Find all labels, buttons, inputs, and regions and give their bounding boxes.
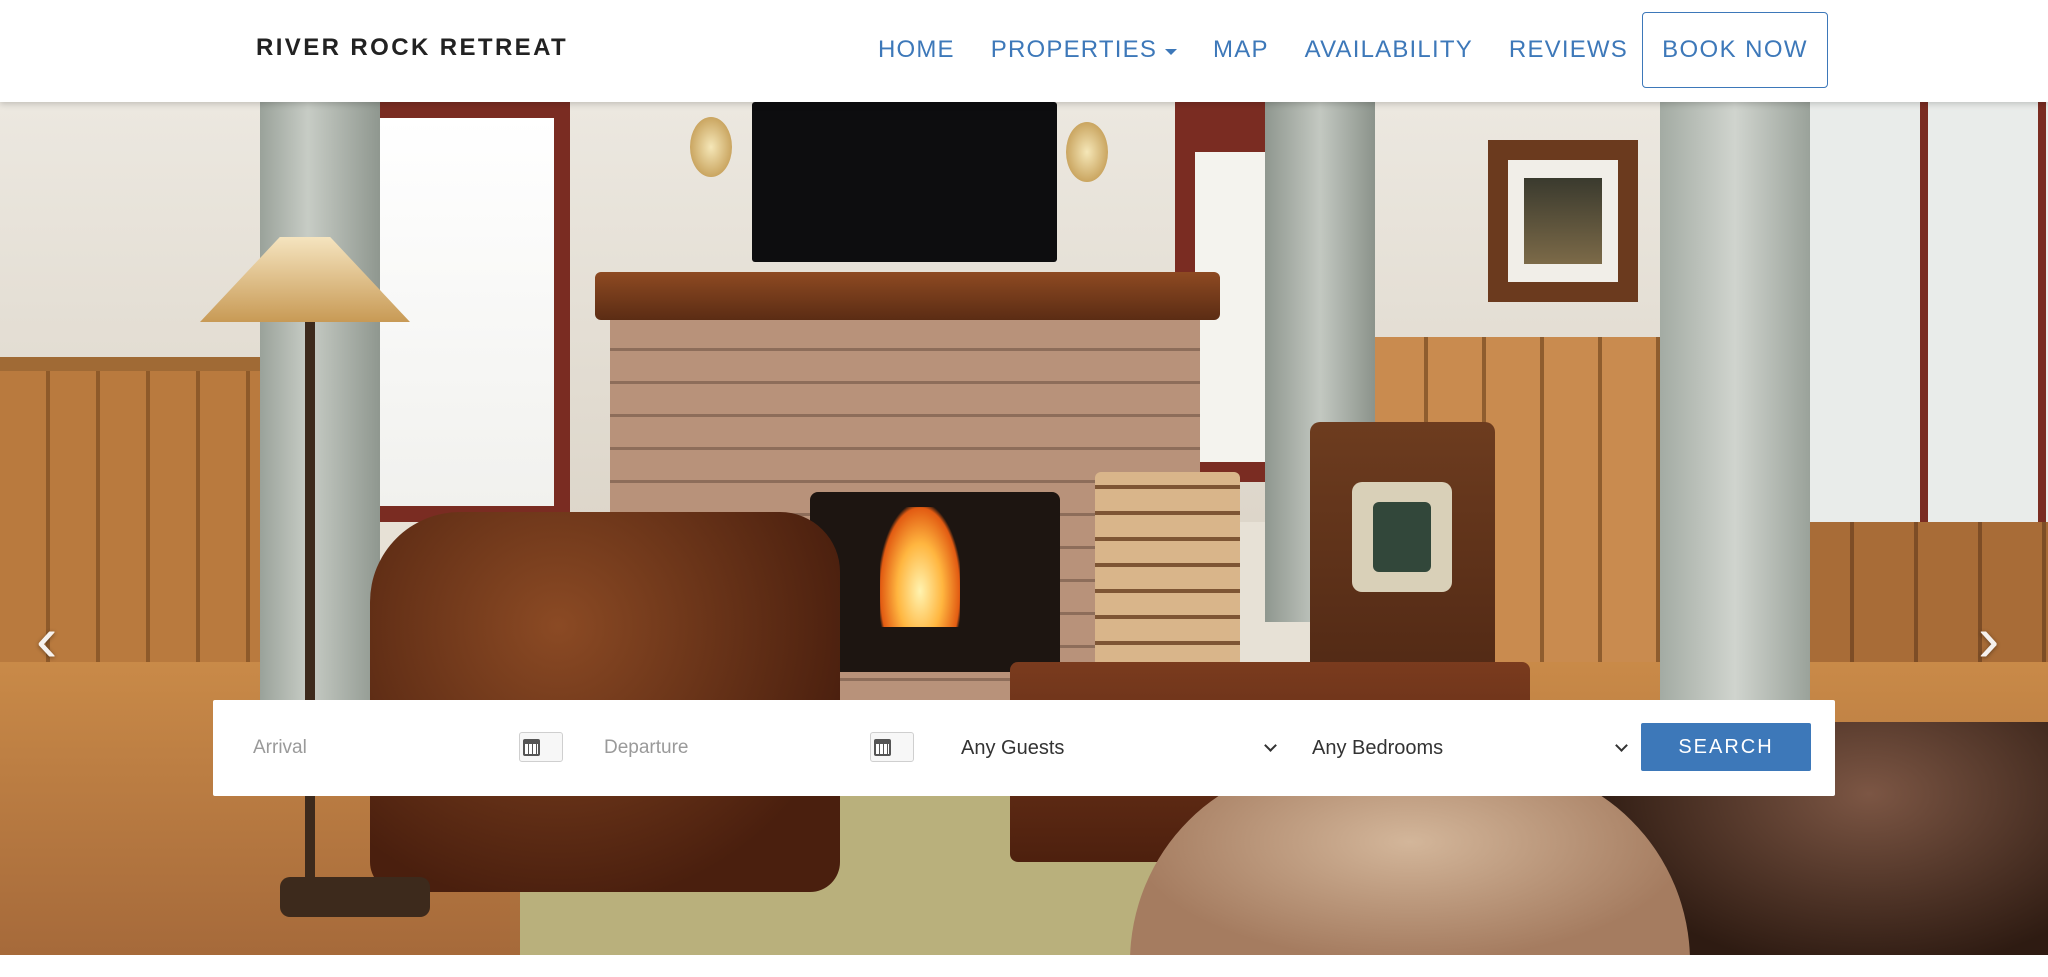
nav-properties[interactable]: PROPERTIES — [990, 36, 1178, 64]
nav-reviews[interactable]: REVIEWS — [1509, 36, 1628, 64]
nav-home[interactable]: HOME — [878, 36, 955, 64]
main-nav: HOME PROPERTIES MAP AVAILABILITY REVIEWS — [878, 0, 1628, 100]
departure-placeholder: Departure — [604, 737, 689, 758]
log-holder — [1095, 472, 1240, 667]
window-pane-right — [1810, 102, 2048, 542]
curtain-left — [260, 102, 380, 722]
arrival-input[interactable]: Arrival — [253, 700, 493, 796]
picture-artwork — [1524, 178, 1602, 264]
arrival-placeholder: Arrival — [253, 737, 307, 758]
nav-map[interactable]: MAP — [1213, 36, 1269, 64]
guests-select-value: Any Guests — [961, 736, 1065, 759]
wall-sconce-left — [690, 117, 732, 177]
floor-lamp-base — [280, 877, 430, 917]
fire-flames — [880, 507, 960, 627]
chevron-down-icon — [1264, 739, 1277, 752]
curtain-right — [1660, 102, 1810, 722]
wood-mantel — [595, 272, 1220, 320]
site-header: RIVER ROCK RETREAT HOME PROPERTIES MAP A… — [0, 0, 2048, 102]
nav-home-label: HOME — [877, 36, 955, 63]
calendar-icon — [874, 738, 891, 756]
bedrooms-select[interactable]: Any Bedrooms — [1312, 700, 1628, 796]
nav-properties-label: PROPERTIES — [990, 36, 1158, 63]
chevron-right-icon[interactable]: › — [1978, 607, 1999, 671]
nav-availability[interactable]: AVAILABILITY — [1305, 36, 1473, 64]
bedrooms-select-value: Any Bedrooms — [1312, 736, 1444, 759]
nav-map-label: MAP — [1213, 36, 1269, 63]
arrival-calendar-button[interactable] — [519, 732, 563, 762]
nav-reviews-label: REVIEWS — [1508, 36, 1628, 63]
availability-search-bar: Arrival Departure Any Guests Any Bedroom… — [213, 700, 1835, 796]
guests-select[interactable]: Any Guests — [961, 700, 1277, 796]
departure-input[interactable]: Departure — [604, 700, 844, 796]
nav-availability-label: AVAILABILITY — [1304, 36, 1473, 63]
caret-down-icon — [1165, 48, 1178, 55]
hero-carousel: ‹ › — [0, 102, 2048, 955]
chevron-left-icon[interactable]: ‹ — [36, 607, 57, 671]
pillow-emblem — [1373, 502, 1431, 572]
chevron-down-icon — [1615, 739, 1628, 752]
television — [752, 102, 1057, 262]
chair-rail — [0, 357, 300, 371]
departure-calendar-button[interactable] — [870, 732, 914, 762]
wall-sconce-right — [1066, 122, 1108, 182]
calendar-icon — [523, 738, 540, 756]
book-now-button[interactable]: BOOK NOW — [1642, 12, 1828, 88]
brand-logo[interactable]: RIVER ROCK RETREAT — [256, 34, 568, 62]
search-button[interactable]: SEARCH — [1641, 723, 1811, 771]
